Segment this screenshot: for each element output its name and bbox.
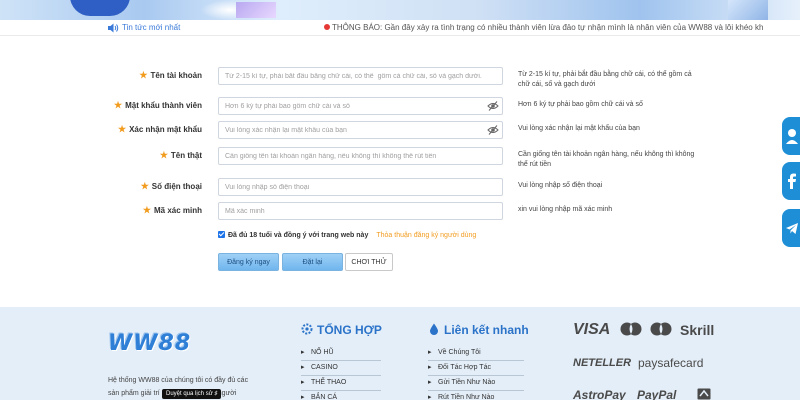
phone-label: ★ Số điện thoại [140,181,202,191]
realname-label: ★ Tên thật [159,150,202,160]
skrill-logo: Skrill [680,322,715,338]
news-title-link[interactable]: Tin tức mới nhất [122,23,180,32]
footer-link-fishing[interactable]: BẮN CÁ [301,392,381,400]
side-support-button[interactable] [782,117,800,155]
visa-logo: VISA [573,321,611,338]
side-telegram-button[interactable] [782,209,800,247]
username-row: ★ Tên tài khoản Từ 2-15 kí tự, phải bắt đ… [0,67,800,88]
footer-link-about-us[interactable]: Về Chúng Tôi [428,347,524,361]
agree-checkbox[interactable] [218,231,225,238]
confirm-hint: Vui lòng xác nhận lại mật khẩu của bạn [518,125,640,132]
top-banner [0,0,800,20]
required-star-icon: ★ [159,150,168,160]
realname-input[interactable] [218,147,503,165]
captcha-label: ★ Mã xác minh [142,205,202,215]
confirm-row: ★ Xác nhận mật khẩu Vui lòng xác nhận lại… [0,121,800,139]
reset-button[interactable]: Đặt lại [282,253,343,271]
required-star-icon: ★ [142,205,151,215]
phone-input[interactable] [218,178,503,196]
required-star-icon: ★ [139,70,148,80]
required-star-icon: ★ [140,181,149,191]
paysafecard-logo: paysafecard [638,356,704,370]
telegram-icon [786,223,798,234]
footer-link-deposit[interactable]: Gửi Tiền Như Nào [428,377,524,391]
try-play-button[interactable]: CHƠI THỬ [345,253,393,271]
facebook-icon [788,173,796,189]
realname-hint: Cần giống tên tài khoản ngân hàng, nếu k… [518,151,695,168]
notice-dot-icon [324,24,330,30]
browse-history-tooltip: Duyệt qua lịch sử ♯ [162,389,222,399]
password-label: ★ Mật khẩu thành viên [114,100,202,110]
required-star-icon: ★ [114,100,123,110]
speaker-icon [108,23,119,33]
agree-text: Đã đủ 18 tuổi và đồng ý với trang web nà… [228,232,369,239]
phone-row: ★ Số điện thoại Vui lòng nhập số điện tho… [0,178,800,196]
news-ticker: Tin tức mới nhất THÔNG BÁO: Gần đây xảy … [0,20,800,36]
gear-icon [301,323,313,335]
banner-car-image [70,0,130,16]
confirm-label: ★ Xác nhận mật khẩu [118,124,202,134]
notice-marquee: THÔNG BÁO: Gần đây xảy ra tình trạng có … [324,23,763,32]
ww88-logo: WW88 [108,331,192,356]
mastercard-logo [620,322,642,336]
support-agent-icon [786,129,798,144]
quick-links-heading: Liên kết nhanh [428,323,529,337]
hide-password-icon[interactable] [487,100,499,112]
password-hint: Hơn 6 ký tự phải bao gồm chữ cái và số [518,101,643,108]
paypal-logo: PayPal [637,388,677,400]
username-label: ★ Tên tài khoản [139,70,202,80]
general-heading: TỔNG HỢP [301,323,382,337]
footer-link-slots[interactable]: NỔ HŨ [301,347,381,361]
neteller-logo: NETELLER [573,357,632,369]
captcha-hint: xin vui lòng nhập mã xác minh [518,206,613,213]
footer-link-partners[interactable]: Đối Tác Hợp Tác [428,362,524,376]
maestro-logo [650,322,672,336]
notice-text: THÔNG BÁO: Gần đây xảy ra tình trạng có … [332,23,764,32]
register-button[interactable]: Đăng ký ngay [218,253,279,271]
bank-icon [697,388,711,400]
realname-row: ★ Tên thật Cần giống tên tài khoản ngân h… [0,147,800,168]
banner-crystal-image [236,2,276,18]
banner-decoration [728,0,768,20]
footer-link-withdraw[interactable]: Rút Tiền Như Nào [428,392,524,400]
hide-confirm-password-icon[interactable] [487,124,499,136]
captcha-row: ★Mã xác minh xin vui lòng nhập mã xác mi… [0,202,800,220]
astropay-logo: AstroPay [573,388,626,400]
confirm-password-input[interactable] [218,121,503,139]
age-agreement: Đã đủ 18 tuổi và đồng ý với trang web nà… [218,231,476,241]
username-hint: Từ 2-15 kí tự, phải bắt đầu bằng chữ cái… [518,71,692,88]
captcha-input[interactable] [218,202,503,220]
password-row: ★ Mật khẩu thành viên Hơn 6 ký tự phải ba… [0,97,800,115]
side-facebook-button[interactable] [782,162,800,200]
drop-icon [430,323,438,335]
site-footer: WW88 Hệ thống WW88 của chúng tôi có đầy … [0,307,800,400]
phone-hint: Vui lòng nhập số điện thoại [518,182,603,189]
footer-link-casino[interactable]: CASINO [301,362,381,376]
username-input[interactable] [218,67,503,85]
required-star-icon: ★ [118,124,127,134]
user-agreement-link[interactable]: Thỏa thuận đăng ký người dùng [376,232,476,239]
password-input[interactable] [218,97,503,115]
footer-link-sports[interactable]: THỂ THAO [301,377,381,391]
